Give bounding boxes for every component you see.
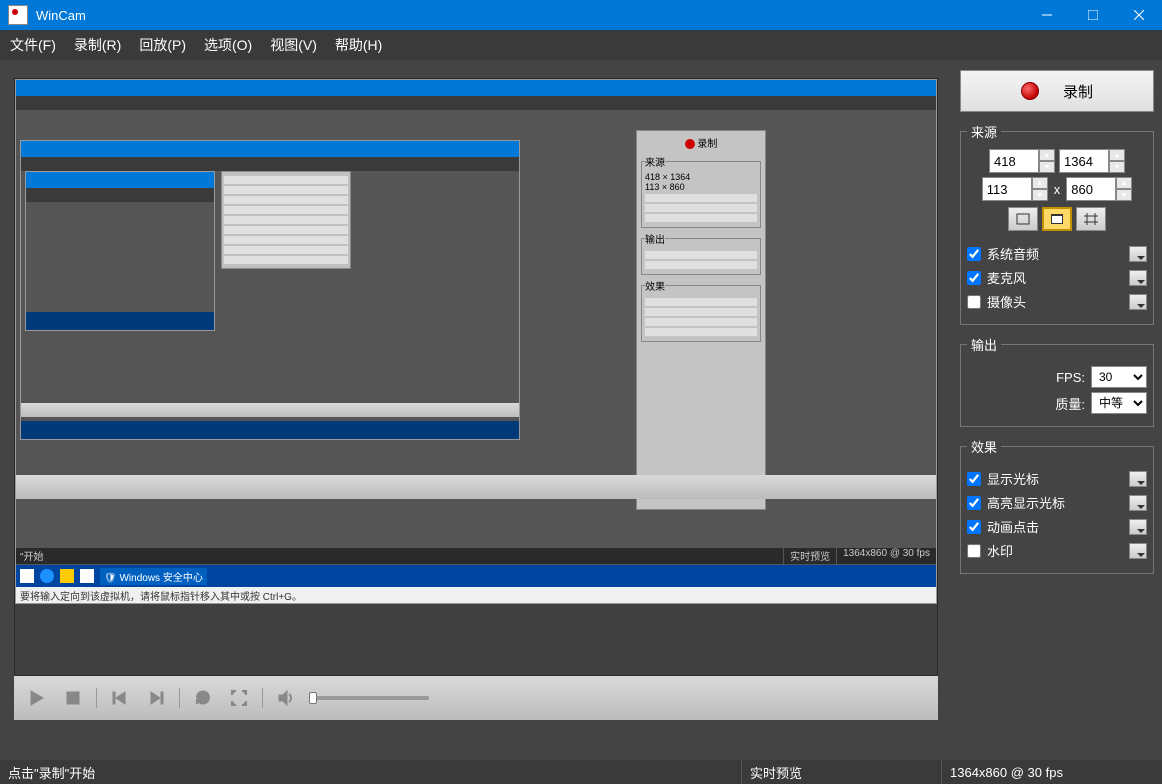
vm-hint: 要将输入定向到该虚拟机，请将鼠标指针移入其中或按 Ctrl+G。 xyxy=(16,587,936,603)
mode-fullscreen[interactable] xyxy=(1008,207,1038,231)
coord-x2[interactable] xyxy=(982,177,1032,201)
spinner[interactable]: ▲▼ xyxy=(1039,149,1055,173)
record-label: 录制 xyxy=(1063,81,1093,102)
skip-end-button[interactable] xyxy=(143,685,169,711)
menu-view[interactable]: 视图(V) xyxy=(270,35,317,55)
status-resolution: 1364x860 @ 30 fps xyxy=(942,760,1162,784)
menu-options[interactable]: 选项(O) xyxy=(204,35,252,55)
stop-button[interactable] xyxy=(60,685,86,711)
watermark-check[interactable] xyxy=(967,544,981,558)
camera-label: 摄像头 xyxy=(987,292,1123,311)
preview-area: 录制 来源 418 × 1364113 × 860 输出 效果 "开始 实时预览… xyxy=(0,60,952,760)
app-icon xyxy=(8,5,28,25)
preview-canvas[interactable]: 录制 来源 418 × 1364113 × 860 输出 效果 "开始 实时预览… xyxy=(14,78,938,676)
source-group: 来源 ▲▼ ▲▼ ▲▼ x ▲▼ 系统音频 麦克风 摄像头 xyxy=(960,122,1154,325)
animate-click-label: 动画点击 xyxy=(987,517,1123,536)
source-legend: 来源 xyxy=(967,122,1001,141)
show-cursor-label: 显示光标 xyxy=(987,469,1123,488)
highlight-cursor-opts[interactable] xyxy=(1129,495,1147,511)
record-button[interactable]: 录制 xyxy=(960,70,1154,112)
show-cursor-opts[interactable] xyxy=(1129,471,1147,487)
fps-label: FPS: xyxy=(1056,370,1085,385)
close-button[interactable] xyxy=(1116,0,1162,30)
playback-toolbar xyxy=(14,676,938,720)
camera-check[interactable] xyxy=(967,295,981,309)
titlebar: WinCam xyxy=(0,0,1162,30)
camera-opts[interactable] xyxy=(1129,294,1147,310)
maximize-button[interactable] xyxy=(1070,0,1116,30)
coord-y2[interactable] xyxy=(1066,177,1116,201)
show-cursor-check[interactable] xyxy=(967,472,981,486)
mic-opts[interactable] xyxy=(1129,270,1147,286)
menubar: 文件(F) 录制(R) 回放(P) 选项(O) 视图(V) 帮助(H) xyxy=(0,30,1162,60)
effects-group: 效果 显示光标 高亮显示光标 动画点击 水印 xyxy=(960,437,1154,574)
mic-check[interactable] xyxy=(967,271,981,285)
play-button[interactable] xyxy=(24,685,50,711)
menu-playback[interactable]: 回放(P) xyxy=(139,35,186,55)
sys-audio-opts[interactable] xyxy=(1129,246,1147,262)
quality-select[interactable]: 中等 xyxy=(1091,392,1147,414)
effects-legend: 效果 xyxy=(967,437,1001,456)
record-icon xyxy=(1021,82,1039,100)
highlight-cursor-check[interactable] xyxy=(967,496,981,510)
coord-y1[interactable] xyxy=(1059,149,1109,173)
watermark-label: 水印 xyxy=(987,541,1123,560)
menu-record[interactable]: 录制(R) xyxy=(74,35,121,55)
quality-label: 质量: xyxy=(1055,394,1085,413)
watermark-opts[interactable] xyxy=(1129,543,1147,559)
coord-x1[interactable] xyxy=(989,149,1039,173)
output-group: 输出 FPS: 30 质量: 中等 xyxy=(960,335,1154,427)
fps-select[interactable]: 30 xyxy=(1091,366,1147,388)
sys-audio-label: 系统音频 xyxy=(987,244,1123,263)
mode-region[interactable] xyxy=(1076,207,1106,231)
minimize-button[interactable] xyxy=(1024,0,1070,30)
fullscreen-button[interactable] xyxy=(226,685,252,711)
output-legend: 输出 xyxy=(967,335,1001,354)
highlight-cursor-label: 高亮显示光标 xyxy=(987,493,1123,512)
mic-label: 麦克风 xyxy=(987,268,1123,287)
nested-record-label: 录制 xyxy=(697,139,717,150)
skip-start-button[interactable] xyxy=(107,685,133,711)
volume-button[interactable] xyxy=(273,685,299,711)
loop-button[interactable] xyxy=(190,685,216,711)
volume-slider[interactable] xyxy=(309,696,429,700)
app-title: WinCam xyxy=(36,8,86,23)
mode-window[interactable] xyxy=(1042,207,1072,231)
menu-help[interactable]: 帮助(H) xyxy=(335,35,382,55)
sys-audio-check[interactable] xyxy=(967,247,981,261)
status-preview: 实时预览 xyxy=(742,760,942,784)
menu-file[interactable]: 文件(F) xyxy=(10,35,56,55)
status-left: 点击"录制"开始 xyxy=(0,760,742,784)
animate-click-opts[interactable] xyxy=(1129,519,1147,535)
sidebar: 录制 来源 ▲▼ ▲▼ ▲▼ x ▲▼ 系统音频 麦克风 摄像头 xyxy=(952,60,1162,760)
animate-click-check[interactable] xyxy=(967,520,981,534)
statusbar: 点击"录制"开始 实时预览 1364x860 @ 30 fps xyxy=(0,760,1162,784)
